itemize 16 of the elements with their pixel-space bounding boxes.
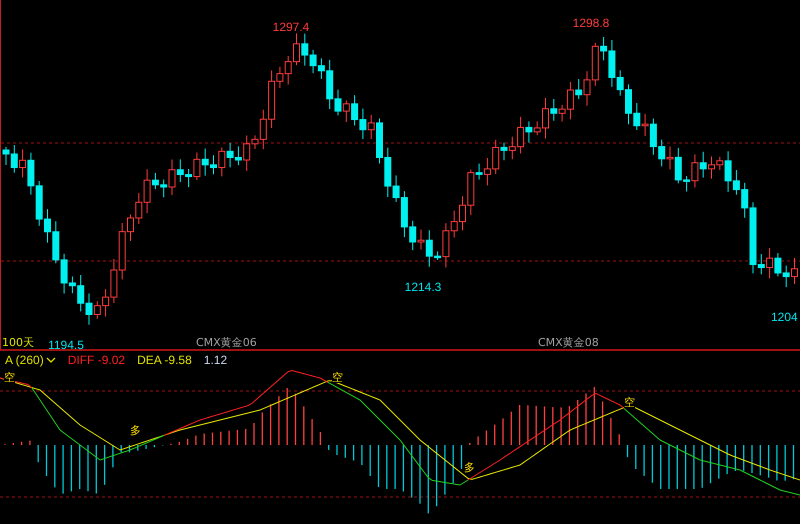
diff-value: DIFF -9.02 [68, 352, 126, 368]
signal-marker: 空 [4, 372, 15, 383]
dea-value: DEA -9.58 [137, 352, 192, 368]
chevron-down-icon [46, 356, 56, 364]
signal-marker: 多 [464, 462, 475, 473]
contract-label: CMX黄金08 [538, 335, 599, 351]
price-extreme-label: 1204 [771, 309, 798, 326]
signal-marker: 多 [130, 425, 141, 436]
price-extreme-label: 1214.3 [404, 279, 442, 296]
price-extreme-label: 1298.8 [572, 15, 610, 32]
signal-marker: 空 [624, 397, 635, 408]
macd-value: 1.12 [204, 352, 228, 368]
contract-label: CMX黄金06 [196, 335, 257, 351]
period-label: 100天 [2, 335, 34, 351]
price-extreme-label: 1297.4 [272, 19, 310, 36]
signal-marker: 空 [332, 372, 343, 383]
